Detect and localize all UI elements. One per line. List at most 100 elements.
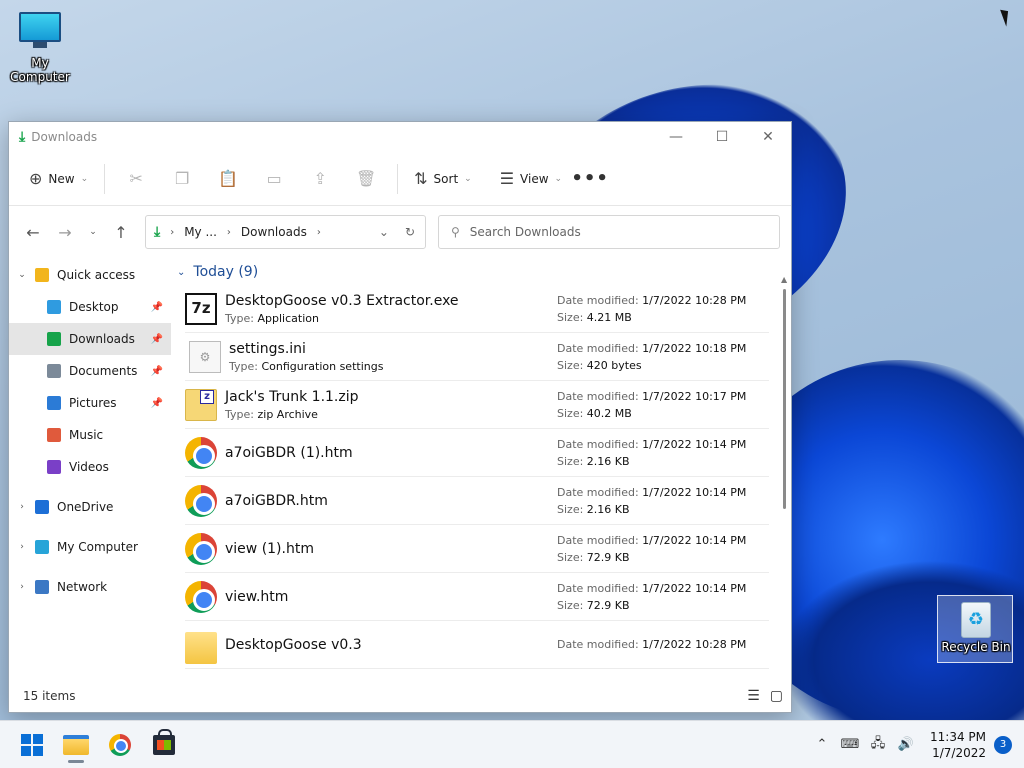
field-key: Size: — [557, 454, 584, 468]
recent-locations-button[interactable]: ⌄ — [81, 227, 105, 237]
sidebar-item[interactable]: › OneDrive — [9, 491, 171, 523]
view-button[interactable]: ☰ View ⌄ — [492, 163, 570, 195]
notification-badge[interactable]: 3 — [994, 735, 1012, 754]
file-row[interactable]: ⚙ settings.ini Type: Configuration setting… — [185, 333, 769, 381]
sidebar-item[interactable]: Documents 📌 — [9, 355, 171, 387]
field-key: Size: — [557, 406, 584, 420]
refresh-icon[interactable]: ↻ — [405, 225, 415, 239]
sidebar-item[interactable]: Pictures 📌 — [9, 387, 171, 419]
file-row[interactable]: a7oiGBDR.htm Date modified: 1/7/2022 10:1… — [185, 477, 769, 525]
details-view-icon[interactable]: ☰ — [747, 688, 760, 704]
field-key: Type: — [225, 311, 254, 325]
file-size: Size: 2.16 KB — [557, 453, 769, 470]
desktop-icon-my-computer[interactable]: My Computer — [0, 12, 80, 84]
sidebar-item-label: Videos — [69, 460, 109, 474]
file-row[interactable]: 7z DesktopGoose v0.3 Extractor.exe Type: A… — [185, 285, 769, 333]
file-type: Type: zip Archive — [225, 408, 557, 421]
file-name: view (1).htm — [225, 540, 314, 557]
start-button[interactable] — [10, 725, 54, 765]
taskbar-file-explorer[interactable] — [54, 725, 98, 765]
sidebar-item[interactable]: Downloads 📌 — [9, 323, 171, 355]
share-icon[interactable]: ⇪ — [297, 169, 343, 188]
file-meta: Date modified: 1/7/2022 10:14 PM Size: 72… — [557, 532, 769, 566]
windows-logo-icon — [21, 733, 43, 756]
sidebar-item[interactable]: Videos — [9, 451, 171, 483]
desktop-icon-label: Recycle Bin — [941, 640, 1011, 654]
sidebar-item[interactable]: Desktop 📌 — [9, 291, 171, 323]
maximize-button[interactable]: ☐ — [699, 122, 745, 152]
search-input[interactable]: ⚲ Search Downloads — [438, 215, 780, 249]
file-row[interactable]: a7oiGBDR (1).htm Date modified: 1/7/2022 … — [185, 429, 769, 477]
chevron-right-icon[interactable]: › — [9, 582, 35, 592]
delete-icon[interactable]: 🗑 — [343, 169, 389, 188]
chevron-right-icon[interactable]: › — [9, 502, 35, 512]
group-header[interactable]: ⌄ Today (9) — [171, 259, 791, 285]
field-value: 1/7/2022 10:14 PM — [642, 485, 747, 499]
keyboard-icon[interactable]: ⌨ — [836, 737, 864, 752]
sidebar-item-label: Documents — [69, 364, 138, 378]
view-list-icon: ☰ — [499, 169, 515, 188]
file-row[interactable]: view (1).htm Date modified: 1/7/2022 10:1… — [185, 525, 769, 573]
chevron-up-icon[interactable]: ⌃ — [808, 737, 836, 752]
sidebar-item[interactable]: › My Computer — [9, 531, 171, 563]
field-key: Date modified: — [557, 389, 639, 403]
clock[interactable]: 11:34 PM 1/7/2022 — [930, 729, 986, 761]
taskbar-chrome[interactable] — [98, 725, 142, 765]
new-button[interactable]: ⊕ New ⌄ — [21, 163, 96, 195]
chevron-down-icon: ⌄ — [464, 173, 472, 184]
address-history-icon[interactable]: ⌄ — [379, 225, 389, 239]
volume-icon[interactable]: 🔊 — [892, 737, 920, 752]
chevron-right-icon[interactable]: › — [9, 542, 35, 552]
more-options-button[interactable]: ••• — [570, 168, 610, 189]
date-modified: Date modified: 1/7/2022 10:28 PM — [557, 292, 769, 309]
explorer-body: ⌄ Quick access Desktop 📌 Downloads 📌 Documents… — [9, 259, 791, 712]
close-button[interactable]: ✕ — [745, 122, 791, 152]
back-button[interactable]: ← — [17, 223, 49, 242]
title-bar[interactable]: ⤓ Downloads — ☐ ✕ — [9, 122, 791, 152]
date-modified: Date modified: 1/7/2022 10:14 PM — [557, 580, 769, 597]
field-value: 40.2 MB — [586, 406, 632, 420]
download-icon — [47, 332, 61, 346]
settings-file-icon: ⚙ — [189, 340, 221, 373]
paste-icon[interactable]: 📋 — [205, 169, 251, 188]
sort-button[interactable]: ⇅ Sort ⌄ — [406, 163, 480, 195]
scrollbar[interactable]: ▲ — [781, 275, 787, 675]
up-button[interactable]: ↑ — [105, 223, 137, 242]
file-explorer-icon — [63, 734, 89, 755]
cut-icon[interactable]: ✂ — [113, 169, 159, 188]
desktop-icon-recycle-bin[interactable]: ♻ Recycle Bin — [937, 595, 1013, 663]
date-modified: Date modified: 1/7/2022 10:14 PM — [557, 532, 769, 549]
forward-button[interactable]: → — [49, 223, 81, 242]
taskbar-store[interactable] — [142, 725, 186, 765]
field-key: Date modified: — [557, 437, 639, 451]
tiles-view-icon[interactable]: ▢ — [770, 688, 783, 704]
file-row[interactable]: DesktopGoose v0.3 Date modified: 1/7/2022… — [185, 621, 769, 669]
file-meta: Date modified: 1/7/2022 10:14 PM Size: 2.… — [557, 436, 769, 470]
field-value: 1/7/2022 10:14 PM — [642, 533, 747, 547]
copy-icon[interactable]: ❐ — [159, 169, 205, 188]
minimize-button[interactable]: — — [653, 122, 699, 152]
sidebar-item[interactable]: › Network — [9, 571, 171, 603]
rename-icon[interactable]: ▭ — [251, 169, 297, 188]
chevron-right-icon: › — [316, 226, 321, 238]
file-name: view.htm — [225, 588, 289, 605]
file-row[interactable]: z Jack's Trunk 1.1.zip Type: zip Archive Da… — [185, 381, 769, 429]
pin-icon: 📌 — [150, 301, 163, 313]
sidebar-item[interactable]: Music — [9, 419, 171, 451]
field-key: Size: — [557, 550, 584, 564]
sort-icon: ⇅ — [414, 169, 428, 188]
chrome-icon — [185, 436, 217, 469]
network-status-icon[interactable]: 🖧 — [864, 734, 892, 756]
sidebar-item[interactable]: ⌄ Quick access — [9, 259, 171, 291]
breadcrumb-segment[interactable]: Downloads — [241, 225, 307, 239]
address-bar[interactable]: ⤓ › My ... › Downloads › ⌄ ↻ — [145, 215, 426, 249]
status-bar: 15 items ☰ ▢ — [9, 680, 791, 712]
field-key: Date modified: — [557, 533, 639, 547]
chevron-down-icon[interactable]: ⌄ — [9, 270, 35, 280]
command-bar: ⊕ New ⌄ ✂ ❐ 📋 ▭ ⇪ 🗑 ⇅ Sort ⌄ ☰ View ⌄ ••… — [9, 152, 791, 206]
breadcrumb-segment[interactable]: My ... — [184, 225, 217, 239]
scrollbar-thumb[interactable] — [783, 289, 786, 509]
file-row[interactable]: view.htm Date modified: 1/7/2022 10:14 PM… — [185, 573, 769, 621]
group-label: Today (9) — [193, 264, 259, 280]
recycle-bin-icon: ♻ — [961, 602, 991, 638]
